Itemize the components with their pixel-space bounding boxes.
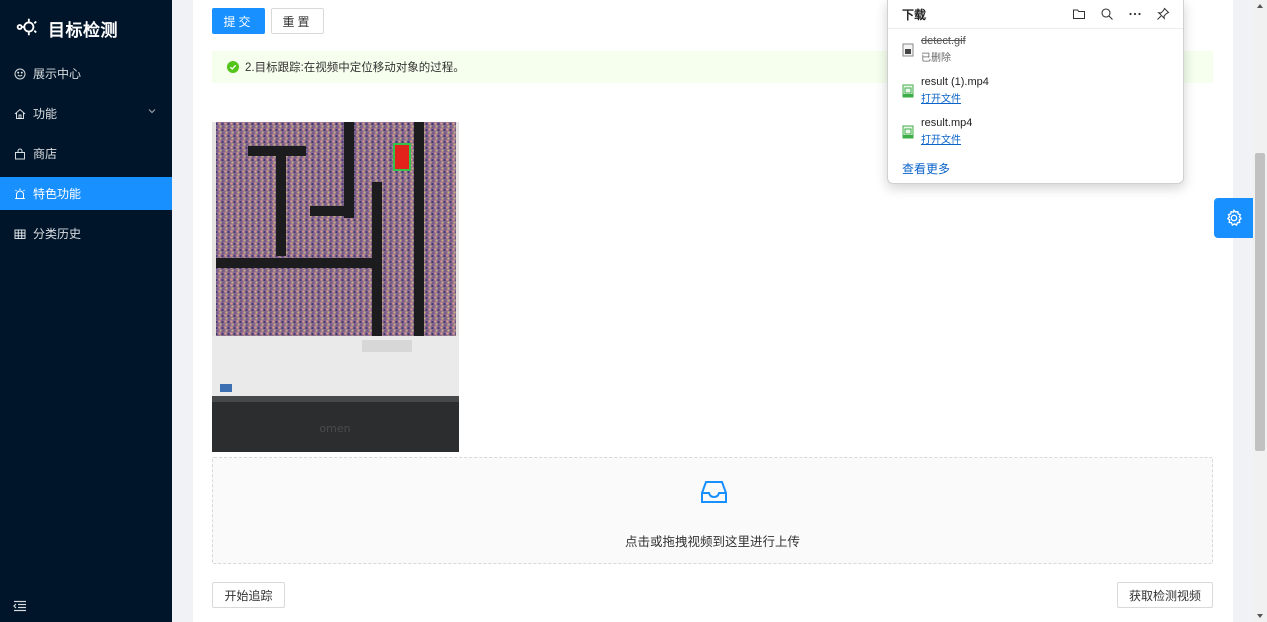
home-icon <box>13 107 26 120</box>
reset-button[interactable]: 重置 <box>271 8 324 34</box>
scroll-up-icon[interactable] <box>1257 4 1263 8</box>
download-status: 已删除 <box>921 53 951 64</box>
download-filename: result.mp4 <box>921 117 973 129</box>
upload-dropzone[interactable]: 点击或拖拽视频到这里进行上传 <box>212 457 1213 564</box>
settings-button[interactable] <box>1214 198 1253 238</box>
sidebar-item-label: 特色功能 <box>33 187 82 201</box>
sidebar-item-features[interactable]: 功能 <box>0 97 172 130</box>
upload-hint: 点击或拖拽视频到这里进行上传 <box>624 535 800 549</box>
download-item[interactable]: result (1).mp4 打开文件 <box>902 76 1172 106</box>
sidebar-item-label: 商店 <box>33 147 58 161</box>
open-file-link[interactable]: 打开文件 <box>921 131 961 146</box>
folder-icon[interactable] <box>1071 6 1087 22</box>
file-icon <box>902 43 914 57</box>
alert-message: 2.目标跟踪:在视频中定位移动对象的过程。 <box>245 62 465 74</box>
submit-button[interactable]: 提交 <box>212 8 265 34</box>
sidebar-item-special[interactable]: 特色功能 <box>0 177 172 210</box>
download-item[interactable]: detect.gif 已删除 <box>902 35 1172 65</box>
app-title: 目标检测 <box>48 20 118 40</box>
alarm-icon <box>13 187 26 200</box>
video-file-icon <box>902 125 914 139</box>
more-icon[interactable] <box>1127 6 1143 22</box>
sidebar: 目标检测 展示中心 功能 商店 特色功能 分类历史 <box>0 0 172 622</box>
sidebar-item-label: 功能 <box>33 107 58 121</box>
open-file-link[interactable]: 打开文件 <box>921 90 961 105</box>
shop-icon <box>13 147 26 160</box>
scroll-thumb[interactable] <box>1255 153 1265 451</box>
start-tracking-button[interactable]: 开始追踪 <box>212 582 285 608</box>
downloads-toolbar <box>1071 6 1171 22</box>
menu-fold-icon[interactable] <box>13 600 27 612</box>
see-more-link[interactable]: 查看更多 <box>902 160 950 177</box>
monitor-brand-caption: omen <box>319 422 350 435</box>
downloads-panel: 下载 detect.gif 已删除 result (1).mp4 打开文件 re… <box>887 0 1184 184</box>
inbox-icon <box>701 481 727 503</box>
sidebar-item-label: 展示中心 <box>33 67 82 81</box>
sidebar-item-shop[interactable]: 商店 <box>0 137 172 170</box>
pin-icon[interactable] <box>1155 6 1171 22</box>
gear-icon <box>1226 209 1242 226</box>
download-filename: detect.gif <box>921 35 966 47</box>
video-preview-image: omen <box>212 122 459 452</box>
check-circle-icon <box>227 61 239 73</box>
downloads-title: 下载 <box>902 7 927 22</box>
sidebar-item-history[interactable]: 分类历史 <box>0 217 172 250</box>
sidebar-item-showcase[interactable]: 展示中心 <box>0 57 172 90</box>
scroll-down-icon[interactable] <box>1257 614 1263 618</box>
page-scrollbar[interactable] <box>1253 0 1267 622</box>
sidebar-item-label: 分类历史 <box>33 227 82 241</box>
video-file-icon <box>902 84 914 98</box>
download-filename: result (1).mp4 <box>921 76 989 88</box>
table-icon <box>13 227 26 240</box>
logo[interactable]: 目标检测 <box>0 0 172 56</box>
logo-icon <box>16 16 38 41</box>
smile-icon <box>13 67 26 80</box>
search-icon[interactable] <box>1099 6 1115 22</box>
download-item[interactable]: result.mp4 打开文件 <box>902 117 1172 147</box>
fetch-video-button[interactable]: 获取检测视频 <box>1117 582 1213 608</box>
chevron-down-icon <box>148 109 156 114</box>
